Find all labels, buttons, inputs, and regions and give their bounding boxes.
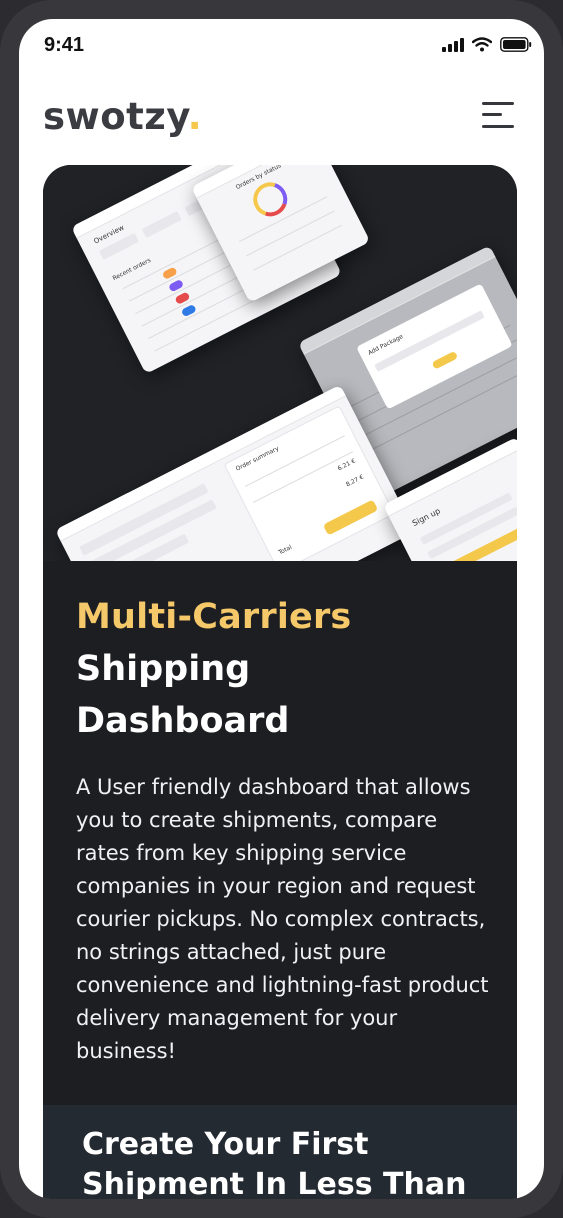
signal-icon — [442, 37, 464, 52]
mockup-price-a: 6.21 € — [336, 457, 357, 473]
cta-section: Create Your First Shipment In Less Than — [43, 1105, 517, 1199]
mockup-label-sign-up: Sign up — [410, 506, 442, 529]
site-header: swotzy. — [19, 89, 544, 159]
logo-dot: . — [187, 95, 203, 138]
hero-description: A User friendly dashboard that allows yo… — [76, 775, 489, 1063]
battery-icon — [500, 37, 532, 52]
hero-title-line3: Dashboard — [76, 701, 290, 741]
hero-title-highlight: Multi-Carriers — [76, 597, 352, 637]
hero-card: Overview Recent orders Orders by status … — [43, 165, 517, 1199]
status-bar: 9:41 — [19, 19, 544, 75]
status-time: 9:41 — [44, 34, 85, 56]
wifi-icon — [472, 37, 492, 52]
swotzy-logo[interactable]: swotzy. — [43, 95, 202, 138]
mockup-label-total: Total — [277, 543, 294, 557]
mockup-price-b: 8.27 € — [344, 473, 365, 489]
hero-title-line2: Shipping — [76, 649, 251, 689]
logo-text: swotzy — [43, 95, 188, 138]
phone-frame: 9:41 swotzy. Overview Recent orders Orde… — [0, 0, 563, 1218]
screen: 9:41 swotzy. Overview Recent orders Orde… — [19, 19, 544, 1199]
hamburger-menu-icon[interactable] — [482, 98, 514, 132]
status-icons — [442, 37, 532, 52]
mockup-label-recent-orders: Recent orders — [111, 256, 153, 283]
dashboard-mockup-image: Overview Recent orders Orders by status … — [43, 165, 517, 561]
cta-title: Create Your First Shipment In Less Than — [82, 1127, 467, 1199]
